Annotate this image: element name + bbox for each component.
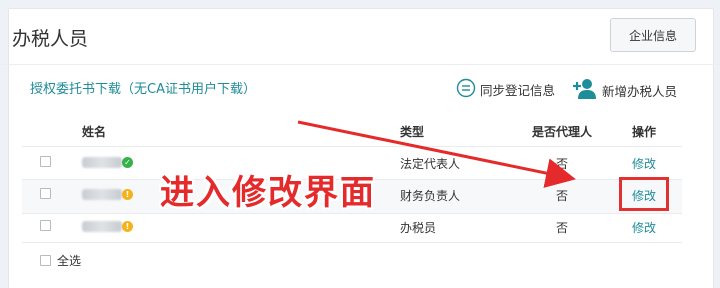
blurred-name: [82, 221, 122, 232]
warning-icon: !: [122, 221, 133, 232]
row-checkbox[interactable]: [40, 220, 51, 231]
add-tax-staff-button[interactable]: 新增办税人员: [572, 78, 677, 103]
row-type: 法定代表人: [400, 157, 461, 171]
column-header-agent: 是否代理人: [532, 125, 593, 139]
select-all-label: 全选: [57, 254, 82, 268]
add-label: 新增办税人员: [602, 84, 678, 99]
company-info-button[interactable]: 企业信息: [610, 18, 696, 52]
row-agent: 否: [556, 221, 569, 235]
annotation-callout: 进入修改界面: [160, 173, 376, 213]
verified-check-icon: ✓: [122, 157, 133, 168]
edit-link[interactable]: 修改: [632, 219, 656, 236]
sync-label: 同步登记信息: [480, 83, 556, 98]
blurred-name: [82, 157, 122, 168]
blurred-name: [82, 189, 122, 200]
header-divider: [0, 64, 720, 65]
sync-registration-button[interactable]: 同步登记信息: [456, 78, 555, 101]
select-all-checkbox[interactable]: [40, 255, 51, 266]
column-header-name: 姓名: [82, 125, 107, 139]
column-header-type: 类型: [400, 125, 425, 139]
authorization-download-link[interactable]: 授权委托书下载（无CA证书用户下载）: [30, 78, 256, 97]
select-all[interactable]: 全选: [40, 252, 81, 269]
highlight-box: [619, 177, 669, 211]
row-agent: 否: [556, 157, 569, 171]
add-user-icon: [572, 78, 598, 103]
page: 办税人员 企业信息 授权委托书下载（无CA证书用户下载） 同步登记信息 新增办税…: [0, 0, 720, 288]
row-type: 财务负责人: [400, 189, 461, 203]
row-separator: [22, 242, 682, 243]
column-header-action: 操作: [632, 125, 657, 139]
warning-icon: !: [122, 189, 133, 200]
row-agent: 否: [556, 189, 569, 203]
page-title: 办税人员: [12, 28, 89, 50]
edit-link[interactable]: 修改: [632, 155, 656, 172]
row-checkbox[interactable]: [40, 188, 51, 199]
row-checkbox[interactable]: [40, 156, 51, 167]
row-type: 办税员: [400, 221, 437, 235]
sync-icon: [456, 78, 476, 101]
